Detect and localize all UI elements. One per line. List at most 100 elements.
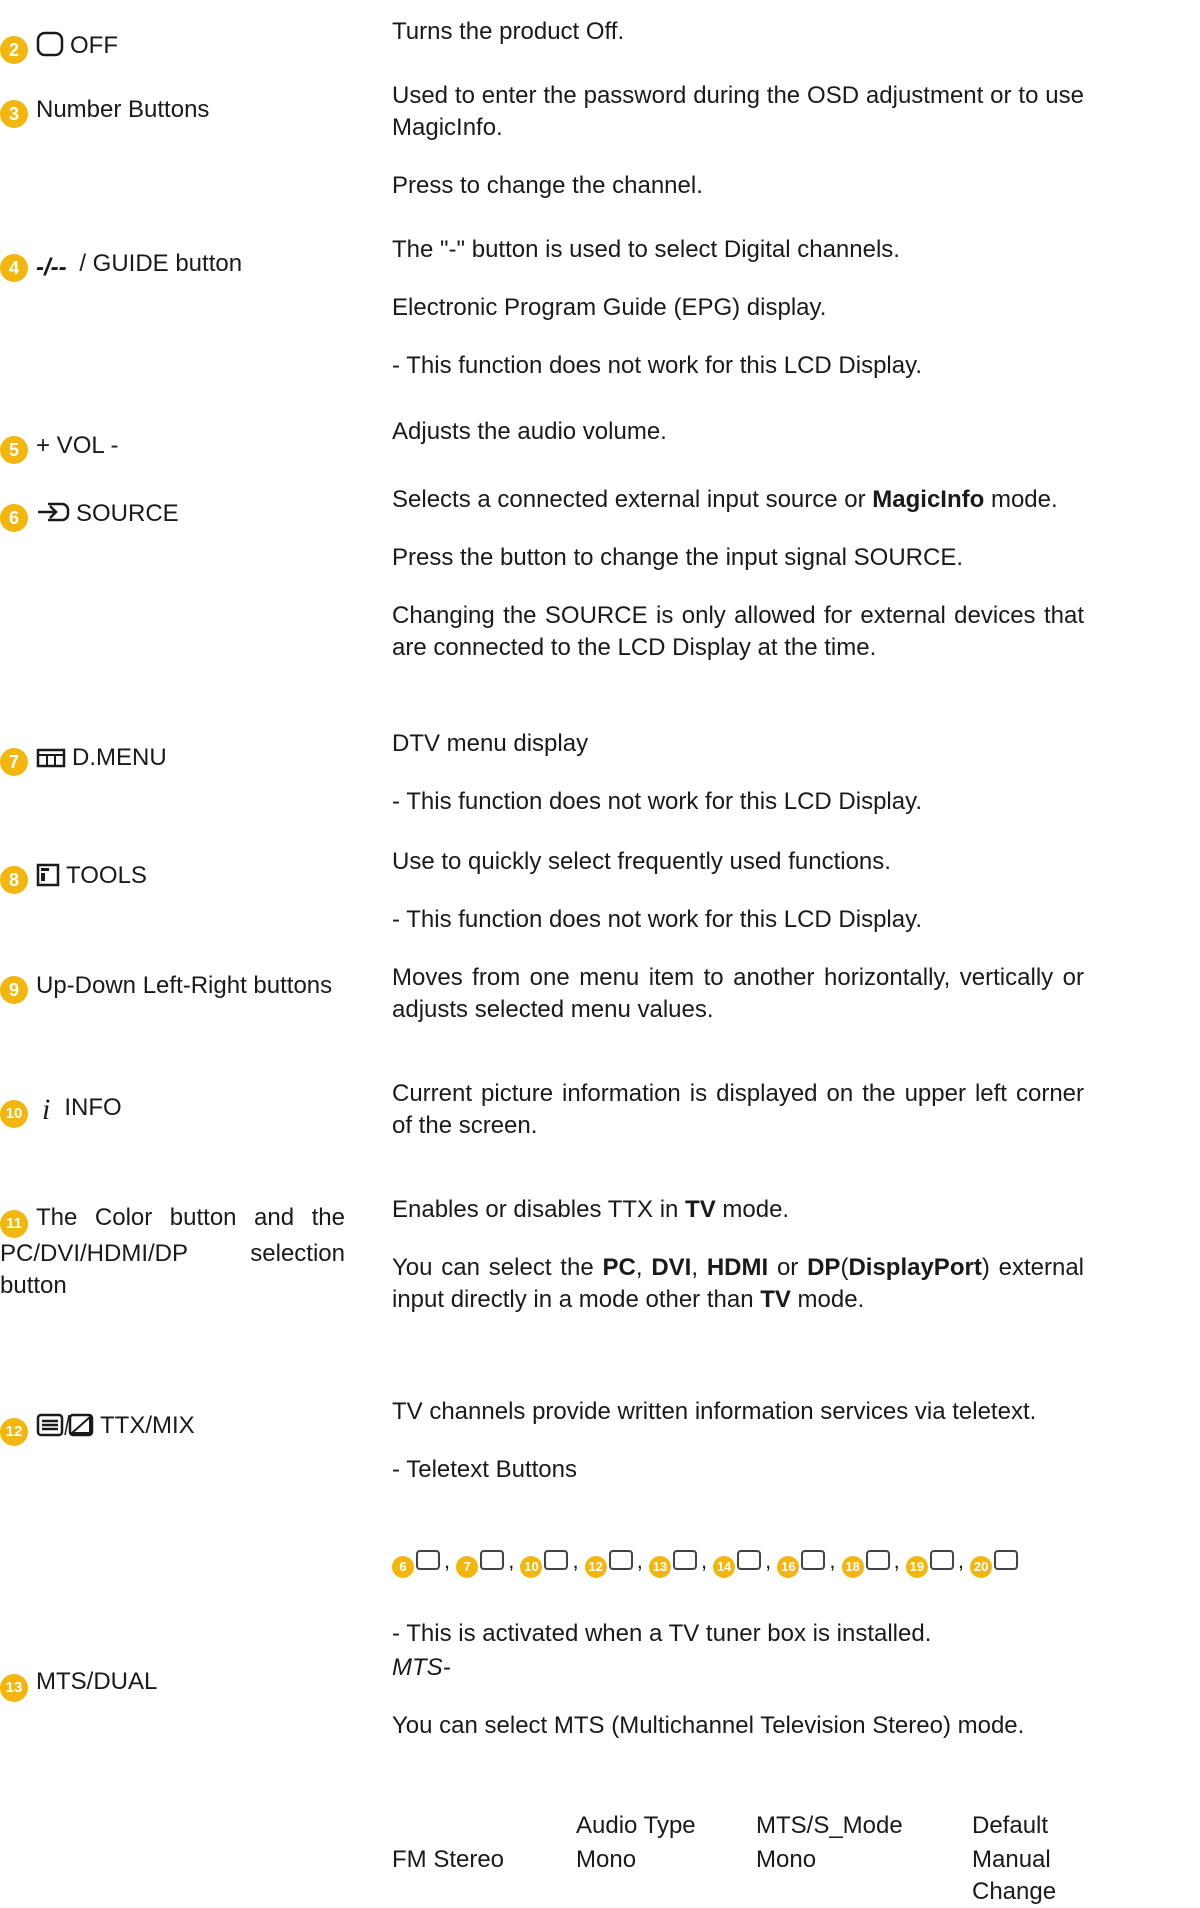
number-badge-7: 7 xyxy=(0,748,28,776)
number-badge: 16 xyxy=(777,1556,800,1578)
teletext-button-icon: 13, xyxy=(648,1548,713,1578)
desc-text: Current picture information is displayed… xyxy=(392,1080,1084,1139)
desc-ttx: TV channels provide written information … xyxy=(392,1396,1084,1486)
desc-source: Selects a connected external input sourc… xyxy=(392,484,1084,664)
teletext-glyph-icon xyxy=(929,1550,954,1570)
label-off: 2 OFF xyxy=(0,30,350,66)
label-text: SOURCE xyxy=(76,500,179,527)
teletext-glyph-icon xyxy=(608,1550,633,1570)
label-text: TOOLS xyxy=(66,862,147,889)
desc-arrows: Moves from one menu item to another hori… xyxy=(392,962,1084,1026)
ttx-mix-icon xyxy=(36,1413,94,1446)
label-dmenu: 7 D.MENU xyxy=(0,742,350,778)
number-badge-2: 2 xyxy=(0,36,28,64)
label-source: 6 SOURCE xyxy=(0,498,350,534)
teletext-button-icon: 6, xyxy=(392,1548,456,1578)
number-badge-3: 3 xyxy=(0,100,28,128)
desc-text: Press to change the channel. xyxy=(392,172,703,199)
table-row: Audio Type MTS/S_Mode Default xyxy=(392,1810,1084,1842)
label-vol: 5 + VOL - xyxy=(0,430,350,464)
label-mts: 13 MTS/DUAL xyxy=(0,1666,350,1702)
table-header: Audio Type xyxy=(576,1812,696,1839)
label-text: + VOL - xyxy=(36,432,119,459)
number-badge-11: 11 xyxy=(0,1210,28,1238)
label-tools: 8 TOOLS xyxy=(0,860,350,896)
label-ttx: 12 TTX/MIX xyxy=(0,1410,350,1446)
table-cell xyxy=(392,1810,576,1842)
teletext-button-icon: 16, xyxy=(777,1548,841,1578)
teletext-button-icon: 18, xyxy=(841,1548,906,1578)
label-text: Up-Down Left-Right buttons xyxy=(36,972,333,999)
desc-off: Turns the product Off. xyxy=(392,16,1084,48)
desc-text: - This function does not work for this L… xyxy=(392,788,922,815)
number-badge-6: 6 xyxy=(0,504,28,532)
number-badge-13: 13 xyxy=(0,1674,28,1702)
desc-mts: MTS- You can select MTS (Multichannel Te… xyxy=(392,1652,1084,1742)
desc-text: You can select MTS (Multichannel Televis… xyxy=(392,1712,1025,1739)
table-row: FM Stereo Mono Mono Manual Change xyxy=(392,1844,1084,1908)
desc-color: Enables or disables TTX in TV mode. You … xyxy=(392,1194,1084,1316)
desc-info: Current picture information is displayed… xyxy=(392,1078,1084,1142)
label-info: 10 i INFO xyxy=(0,1092,350,1128)
label-text: Number Buttons xyxy=(36,96,210,123)
table-cell: FM Stereo xyxy=(392,1846,505,1873)
menu-icon xyxy=(36,746,66,778)
label-guide: 4 -/-- / GUIDE button xyxy=(0,248,350,284)
table-cell: Mono xyxy=(576,1846,637,1873)
desc-text: Moves from one menu item to another hori… xyxy=(392,964,1084,1023)
desc-text: Changing the SOURCE is only allowed for … xyxy=(392,602,1084,661)
desc-number-buttons: Used to enter the password during the OS… xyxy=(392,80,1084,202)
desc-text: Enables or disables TTX in TV mode. xyxy=(392,1196,790,1223)
desc-text: - This function does not work for this L… xyxy=(392,906,922,933)
desc-text: Electronic Program Guide (EPG) display. xyxy=(392,294,827,321)
number-badge: 19 xyxy=(905,1556,928,1578)
desc-text: - Teletext Buttons xyxy=(392,1456,577,1483)
source-icon xyxy=(36,499,70,534)
desc-dmenu: DTV menu display - This function does no… xyxy=(392,728,1084,818)
label-text: MTS/DUAL xyxy=(36,1668,158,1695)
number-badge-10: 10 xyxy=(0,1100,28,1128)
teletext-button-icon: 19, xyxy=(905,1548,970,1578)
table-cell: Mono xyxy=(756,1846,817,1873)
number-badge: 12 xyxy=(584,1556,607,1578)
number-badge-5: 5 xyxy=(0,436,28,464)
power-off-icon xyxy=(36,31,64,66)
teletext-button-icon: 14, xyxy=(713,1548,777,1578)
teletext-glyph-icon xyxy=(672,1550,697,1570)
tools-icon xyxy=(36,863,60,896)
teletext-button-icons: 6, 7, 10, 12, 13, 14, 16, 18, 19, 20 xyxy=(392,1548,1022,1578)
label-text: INFO xyxy=(64,1094,122,1121)
info-icon: i xyxy=(42,1093,51,1126)
mts-table-body: FM Stereo Mono Mono Manual Change xyxy=(392,1844,1084,1908)
teletext-glyph-icon xyxy=(544,1550,569,1570)
desc-text: You can select the PC, DVI, HDMI or DP(D… xyxy=(392,1254,1084,1313)
label-color: 11 The Color button and the PC/DVI/HDMI/D… xyxy=(0,1202,345,1302)
label-text: / GUIDE button xyxy=(72,250,243,277)
desc-text: The "-" button is used to select Digital… xyxy=(392,236,900,263)
desc-tools: Use to quickly select frequently used fu… xyxy=(392,846,1084,936)
number-badge: 6 xyxy=(392,1556,414,1578)
mts-table: Audio Type MTS/S_Mode Default xyxy=(392,1810,1084,1842)
label-text: The Color button and the PC/DVI/HDMI/DP … xyxy=(0,1204,345,1299)
teletext-button-icon: 20 xyxy=(970,1548,1022,1578)
desc-text: - This function does not work for this L… xyxy=(392,352,922,379)
label-number-buttons: 3 Number Buttons xyxy=(0,94,350,128)
desc-text: MTS- xyxy=(392,1654,451,1681)
desc-text: Selects a connected external input sourc… xyxy=(392,486,1058,513)
desc-text: Turns the product Off. xyxy=(392,18,625,45)
number-badge-9: 9 xyxy=(0,976,28,1004)
label-text: OFF xyxy=(70,32,118,59)
desc-text: Press the button to change the input sig… xyxy=(392,544,963,571)
number-badge: 14 xyxy=(713,1556,736,1578)
desc-text: Used to enter the password during the OS… xyxy=(392,82,1084,141)
label-text: D.MENU xyxy=(72,744,167,771)
teletext-glyph-icon xyxy=(994,1550,1019,1570)
table-header: Default xyxy=(972,1812,1049,1839)
desc-text: Adjusts the audio volume. xyxy=(392,418,667,445)
desc-text: DTV menu display xyxy=(392,730,589,757)
number-badge: 18 xyxy=(841,1556,864,1578)
desc-text: TV channels provide written information … xyxy=(392,1398,1037,1425)
number-badge: 20 xyxy=(970,1556,993,1578)
teletext-glyph-icon xyxy=(480,1550,505,1570)
table-header: MTS/S_Mode xyxy=(756,1812,903,1839)
